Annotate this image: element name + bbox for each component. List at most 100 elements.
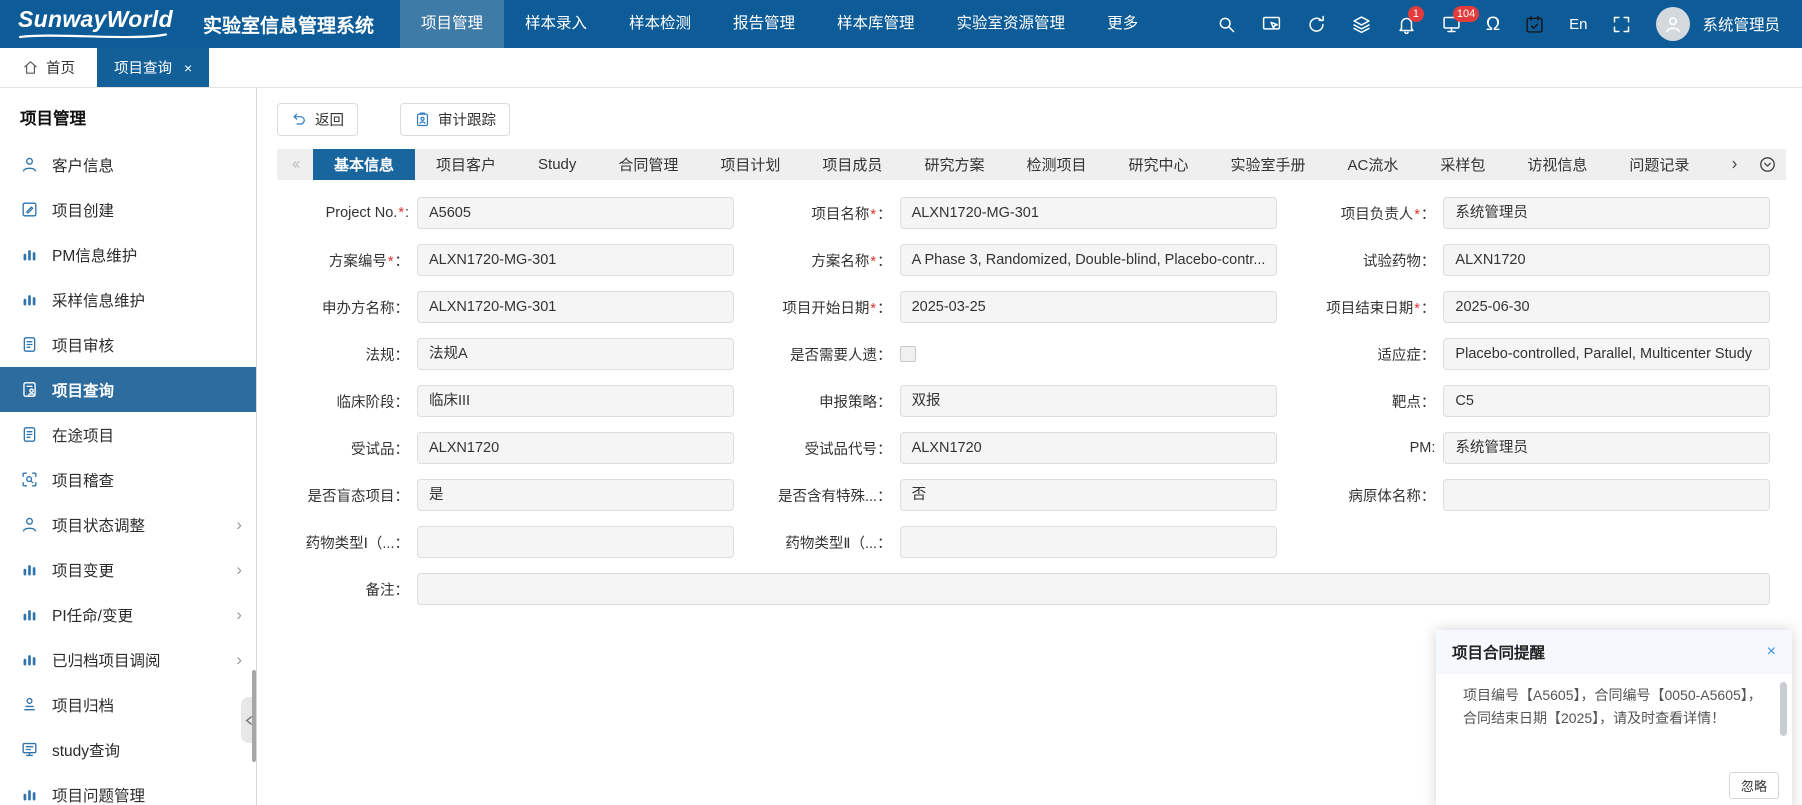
doc-icon xyxy=(20,425,39,444)
brand-logo[interactable]: SunwayWorld xyxy=(18,8,173,40)
search-icon[interactable] xyxy=(1216,14,1237,35)
sidebar-item-12[interactable]: 项目归档 xyxy=(0,682,256,727)
detail-tab-4[interactable]: 项目计划 xyxy=(699,149,801,180)
popup-close-icon[interactable]: × xyxy=(1767,644,1776,660)
field-input[interactable]: 临床III xyxy=(417,385,734,417)
field-input[interactable] xyxy=(1443,479,1770,511)
current-user-name[interactable]: 系统管理员 xyxy=(1702,13,1780,35)
toolbar: 返回 审计跟踪 xyxy=(277,103,1786,136)
detail-tab-10[interactable]: AC流水 xyxy=(1327,149,1420,180)
form-field: 方案名称*：A Phase 3, Randomized, Double-blin… xyxy=(760,244,1304,276)
detail-tab-7[interactable]: 检测项目 xyxy=(1005,149,1107,180)
field-input[interactable]: A5605 xyxy=(417,197,734,229)
detail-tab-1[interactable]: 项目客户 xyxy=(415,149,517,180)
bar-chart-icon xyxy=(20,605,39,624)
field-input[interactable]: C5 xyxy=(1443,385,1770,417)
bar-chart-icon xyxy=(20,245,39,264)
tab-home[interactable]: 首页 xyxy=(0,48,97,87)
field-input[interactable]: A Phase 3, Randomized, Double-blind, Pla… xyxy=(900,244,1278,276)
calendar-check-icon[interactable] xyxy=(1524,14,1545,35)
tabs-scroll-right-icon[interactable] xyxy=(1720,149,1748,180)
field-input[interactable]: 法规A xyxy=(417,338,734,370)
messages-wrap: 104 xyxy=(1441,14,1462,35)
nav-item-1[interactable]: 样本录入 xyxy=(504,0,608,48)
popup-footer: 忽略 xyxy=(1436,772,1792,805)
fullscreen-icon[interactable] xyxy=(1611,14,1632,35)
app-title: 实验室信息管理系统 xyxy=(203,11,374,38)
field-input[interactable] xyxy=(417,573,1770,605)
nav-item-0[interactable]: 项目管理 xyxy=(400,0,504,48)
field-input[interactable]: ALXN1720-MG-301 xyxy=(417,244,734,276)
brand-logo-text: SunwayWorld xyxy=(18,8,173,31)
checkbox[interactable] xyxy=(900,346,916,362)
collapse-panel-icon[interactable] xyxy=(1748,149,1786,180)
sidebar-item-6[interactable]: 在途项目 xyxy=(0,412,256,457)
detail-tab-12[interactable]: 访视信息 xyxy=(1506,149,1608,180)
screen-pointer-icon[interactable] xyxy=(1261,14,1282,35)
field-input[interactable]: 系统管理员 xyxy=(1443,197,1770,229)
tab-project-query[interactable]: 项目查询 × xyxy=(97,48,209,87)
field-input[interactable] xyxy=(417,526,734,558)
nav-item-4[interactable]: 样本库管理 xyxy=(816,0,936,48)
back-button[interactable]: 返回 xyxy=(277,103,358,136)
sidebar-item-14[interactable]: 项目问题管理 xyxy=(0,772,256,805)
detail-tab-11[interactable]: 采样包 xyxy=(1419,149,1506,180)
tabs-scroll-left-icon[interactable] xyxy=(277,149,313,180)
close-tab-icon[interactable]: × xyxy=(184,61,192,75)
detail-tab-2[interactable]: Study xyxy=(517,149,597,180)
sidebar-item-1[interactable]: 项目创建 xyxy=(0,187,256,232)
sidebar-item-10[interactable]: PI任命/变更› xyxy=(0,592,256,637)
popup-scrollbar[interactable] xyxy=(1780,682,1787,736)
field-input[interactable]: 双报 xyxy=(900,385,1278,417)
nav-item-6[interactable]: 更多 xyxy=(1086,0,1159,48)
sidebar-item-3[interactable]: 采样信息维护 xyxy=(0,277,256,322)
field-input[interactable]: ALXN1720 xyxy=(900,432,1278,464)
sidebar-item-9[interactable]: 项目变更› xyxy=(0,547,256,592)
field-input[interactable]: 2025-06-30 xyxy=(1443,291,1770,323)
sidebar-item-11[interactable]: 已归档项目调阅› xyxy=(0,637,256,682)
field-input[interactable]: 是 xyxy=(417,479,734,511)
nav-item-2[interactable]: 样本检测 xyxy=(608,0,712,48)
form-field: 法规：法规A xyxy=(277,338,760,370)
field-input[interactable]: 否 xyxy=(900,479,1278,511)
sidebar-scrollbar[interactable] xyxy=(252,670,256,762)
field-input[interactable]: ALXN1720-MG-301 xyxy=(900,197,1278,229)
field-input[interactable]: ALXN1720 xyxy=(417,432,734,464)
form-field: 试验药物：ALXN1720 xyxy=(1303,244,1786,276)
ignore-button[interactable]: 忽略 xyxy=(1729,772,1779,799)
detail-tab-5[interactable]: 项目成员 xyxy=(801,149,903,180)
nav-item-3[interactable]: 报告管理 xyxy=(712,0,816,48)
language-toggle[interactable]: En xyxy=(1569,16,1587,33)
sidebar-item-2[interactable]: PM信息维护 xyxy=(0,232,256,277)
sidebar-item-label: 项目归档 xyxy=(52,694,114,716)
layers-icon[interactable] xyxy=(1351,14,1372,35)
detail-tab-3[interactable]: 合同管理 xyxy=(597,149,699,180)
field-input[interactable]: 2025-03-25 xyxy=(900,291,1278,323)
field-input[interactable]: ALXN1720 xyxy=(1443,244,1770,276)
detail-tab-6[interactable]: 研究方案 xyxy=(903,149,1005,180)
user-icon xyxy=(20,515,39,534)
omega-icon[interactable]: Ω xyxy=(1486,15,1500,34)
sidebar-item-7[interactable]: 项目稽查 xyxy=(0,457,256,502)
sidebar-item-13[interactable]: study查询 xyxy=(0,727,256,772)
required-asterisk: * xyxy=(1414,207,1420,223)
form-field: 受试品：ALXN1720 xyxy=(277,432,760,464)
audit-trail-button[interactable]: 审计跟踪 xyxy=(400,103,510,136)
sidebar-item-label: 项目稽查 xyxy=(52,469,114,491)
avatar[interactable] xyxy=(1656,7,1690,41)
detail-tab-14[interactable]: 辅材信 xyxy=(1710,149,1720,180)
detail-tab-0[interactable]: 基本信息 xyxy=(313,149,415,180)
field-input[interactable]: Placebo-controlled, Parallel, Multicente… xyxy=(1443,338,1770,370)
detail-tab-9[interactable]: 实验室手册 xyxy=(1209,149,1326,180)
sidebar-item-5[interactable]: 项目查询 xyxy=(0,367,256,412)
field-input[interactable]: 系统管理员 xyxy=(1443,432,1770,464)
field-input[interactable] xyxy=(900,526,1278,558)
detail-tab-8[interactable]: 研究中心 xyxy=(1107,149,1209,180)
sidebar-item-4[interactable]: 项目审核 xyxy=(0,322,256,367)
field-input[interactable]: ALXN1720-MG-301 xyxy=(417,291,734,323)
detail-tab-13[interactable]: 问题记录 xyxy=(1608,149,1710,180)
nav-item-5[interactable]: 实验室资源管理 xyxy=(936,0,1087,48)
refresh-icon[interactable] xyxy=(1306,14,1327,35)
sidebar-item-0[interactable]: 客户信息 xyxy=(0,142,256,187)
sidebar-item-8[interactable]: 项目状态调整› xyxy=(0,502,256,547)
